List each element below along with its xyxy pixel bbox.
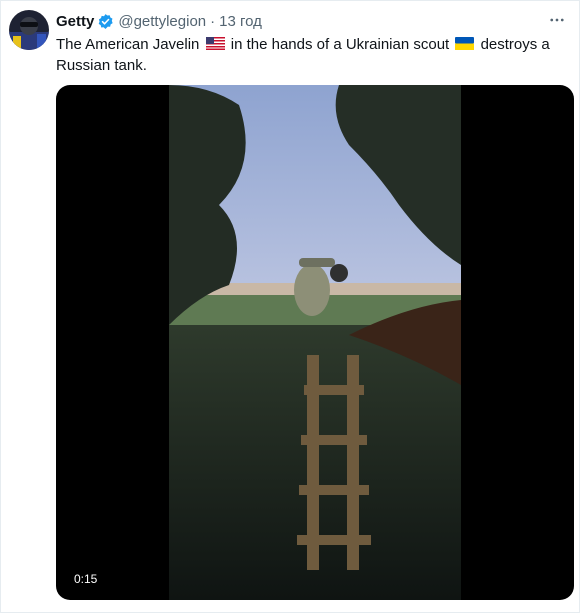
video-duration: 0:15 (74, 572, 98, 586)
tweet-text: The American Javelin in the hands of a U… (56, 34, 566, 76)
us-flag-icon (205, 35, 225, 50)
tweet-card[interactable]: Getty @gettylegion · 13 год The American… (0, 0, 580, 613)
video-player[interactable]: 0:15 (56, 85, 574, 600)
tweet-header: Getty @gettylegion · 13 год (56, 11, 262, 31)
timestamp[interactable]: 13 год (219, 13, 262, 30)
author-name[interactable]: Getty (56, 13, 94, 30)
video-frame (169, 85, 461, 600)
avatar[interactable] (9, 10, 49, 50)
more-options-icon[interactable] (545, 8, 569, 32)
tweet-text-part-2: in the hands of a Ukrainian scout (230, 36, 450, 53)
avatar-image (9, 10, 49, 50)
tweet-text-part-1: The American Javelin (56, 36, 200, 53)
ukraine-flag-icon (455, 35, 475, 50)
header-separator: · (210, 12, 216, 30)
author-handle[interactable]: @gettylegion (118, 13, 206, 30)
verified-badge-icon (97, 13, 114, 30)
